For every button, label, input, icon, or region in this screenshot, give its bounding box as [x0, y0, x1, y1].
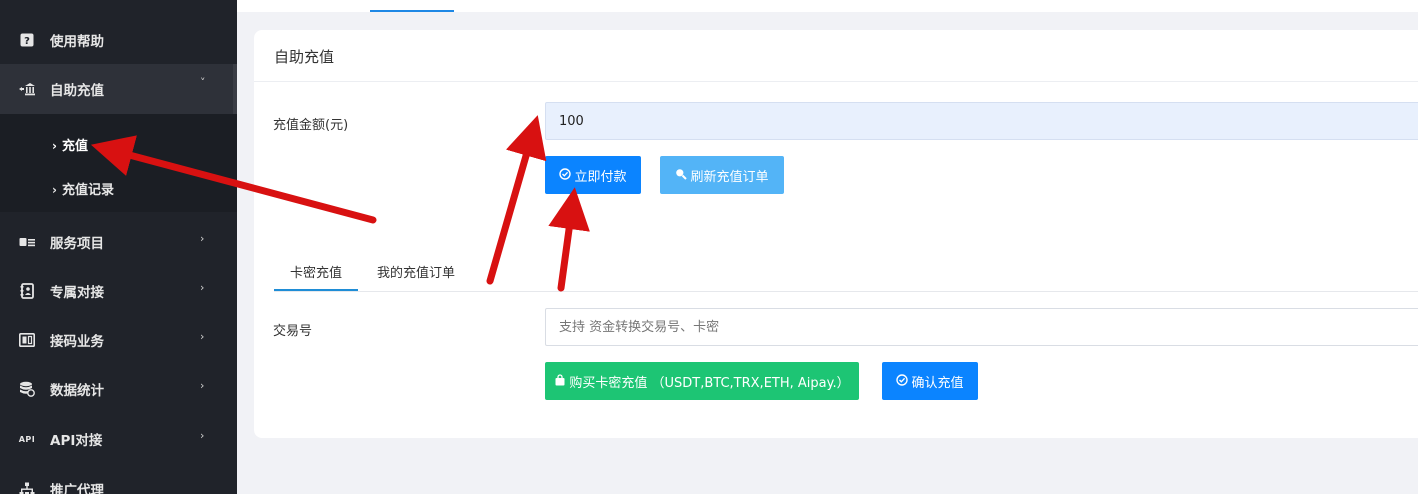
refresh-orders-label: 刷新充值订单: [690, 169, 769, 185]
top-tab-strip: [237, 0, 1418, 12]
divider: [254, 81, 1418, 82]
sidebar-item-stats[interactable]: 数据统计 ›: [0, 366, 237, 412]
sidebar-item-promotion[interactable]: 推广代理: [0, 466, 237, 494]
check-circle-icon: [896, 373, 909, 389]
sidebar-subitem-label: 充值: [61, 139, 88, 154]
card-icon: [18, 233, 36, 251]
sim-icon: [18, 331, 36, 349]
shopping-bag-icon: [554, 373, 566, 389]
database-icon: [18, 380, 36, 398]
sidebar-submenu: › 充值 › 充值记录: [0, 114, 237, 212]
sidebar-subitem-recharge[interactable]: › 充值: [52, 135, 88, 154]
sidebar-subitem-label: 充值记录: [61, 183, 114, 198]
confirm-recharge-label: 确认充值: [911, 375, 964, 391]
sidebar-item-label: 接码业务: [50, 334, 104, 350]
tab-card-recharge[interactable]: 卡密充值: [273, 262, 359, 291]
chevron-right-icon: ›: [200, 330, 205, 343]
search-icon: [675, 168, 688, 183]
sidebar-item-help[interactable]: ? 使用帮助: [0, 17, 237, 63]
sidebar: ? 使用帮助 自助充值 ˅ › 充值 › 充值记录 服务项目 › 专属对接 ›: [0, 0, 237, 494]
sidebar-item-label: 使用帮助: [50, 34, 104, 50]
pay-now-label: 立即付款: [574, 169, 627, 185]
svg-text:?: ?: [24, 36, 30, 47]
recharge-tabs: 卡密充值 我的充值订单: [273, 250, 1418, 292]
sidebar-subitem-recharge-records[interactable]: › 充值记录: [52, 179, 114, 198]
sidebar-item-dedicated[interactable]: 专属对接 ›: [0, 268, 237, 314]
refresh-orders-button[interactable]: 刷新充值订单: [660, 156, 784, 194]
sidebar-item-label: 数据统计: [50, 383, 104, 399]
amount-label: 充值金额(元): [273, 118, 349, 133]
sitemap-icon: [18, 480, 36, 494]
sidebar-item-label: 专属对接: [50, 285, 104, 301]
buy-card-button[interactable]: 购买卡密充值 （USDT,BTC,TRX,ETH, Aipay.）: [545, 362, 859, 400]
txn-label: 交易号: [273, 324, 313, 339]
card-title: 自助充值: [274, 48, 335, 66]
recharge-card: 自助充值 充值金额(元) 立即付款 刷新充值订单 卡密充值 我的充值订单 交易号…: [254, 30, 1418, 438]
sidebar-item-services[interactable]: 服务项目 ›: [0, 219, 237, 265]
active-tab-indicator: [370, 10, 454, 12]
sidebar-item-label: 推广代理: [50, 483, 104, 494]
chevron-right-icon: ›: [200, 232, 205, 245]
check-circle-icon: [559, 167, 572, 183]
sidebar-item-label: API对接: [50, 433, 103, 449]
sidebar-item-api[interactable]: API API对接 ›: [0, 416, 237, 462]
buy-card-label: 购买卡密充值 （USDT,BTC,TRX,ETH, Aipay.）: [569, 375, 850, 391]
chevron-down-icon: ˅: [200, 76, 206, 89]
confirm-recharge-button[interactable]: 确认充值: [882, 362, 978, 400]
contact-icon: [18, 282, 36, 300]
amount-input[interactable]: [545, 102, 1418, 140]
chevron-right-icon: ›: [200, 281, 205, 294]
tab-my-orders[interactable]: 我的充值订单: [377, 262, 455, 281]
chevron-right-icon: ›: [52, 139, 57, 153]
sidebar-item-sms[interactable]: 接码业务 ›: [0, 317, 237, 363]
chevron-right-icon: ›: [200, 379, 205, 392]
sidebar-item-label: 自助充值: [50, 83, 104, 99]
bank-icon: [18, 80, 36, 98]
chevron-right-icon: ›: [52, 183, 57, 197]
txn-input[interactable]: [545, 308, 1418, 346]
chevron-right-icon: ›: [200, 429, 205, 442]
sidebar-item-label: 服务项目: [50, 236, 104, 252]
question-icon: ?: [18, 31, 36, 49]
sidebar-item-recharge[interactable]: 自助充值 ˅: [0, 64, 237, 114]
pay-now-button[interactable]: 立即付款: [545, 156, 641, 194]
api-icon: API: [18, 434, 36, 444]
